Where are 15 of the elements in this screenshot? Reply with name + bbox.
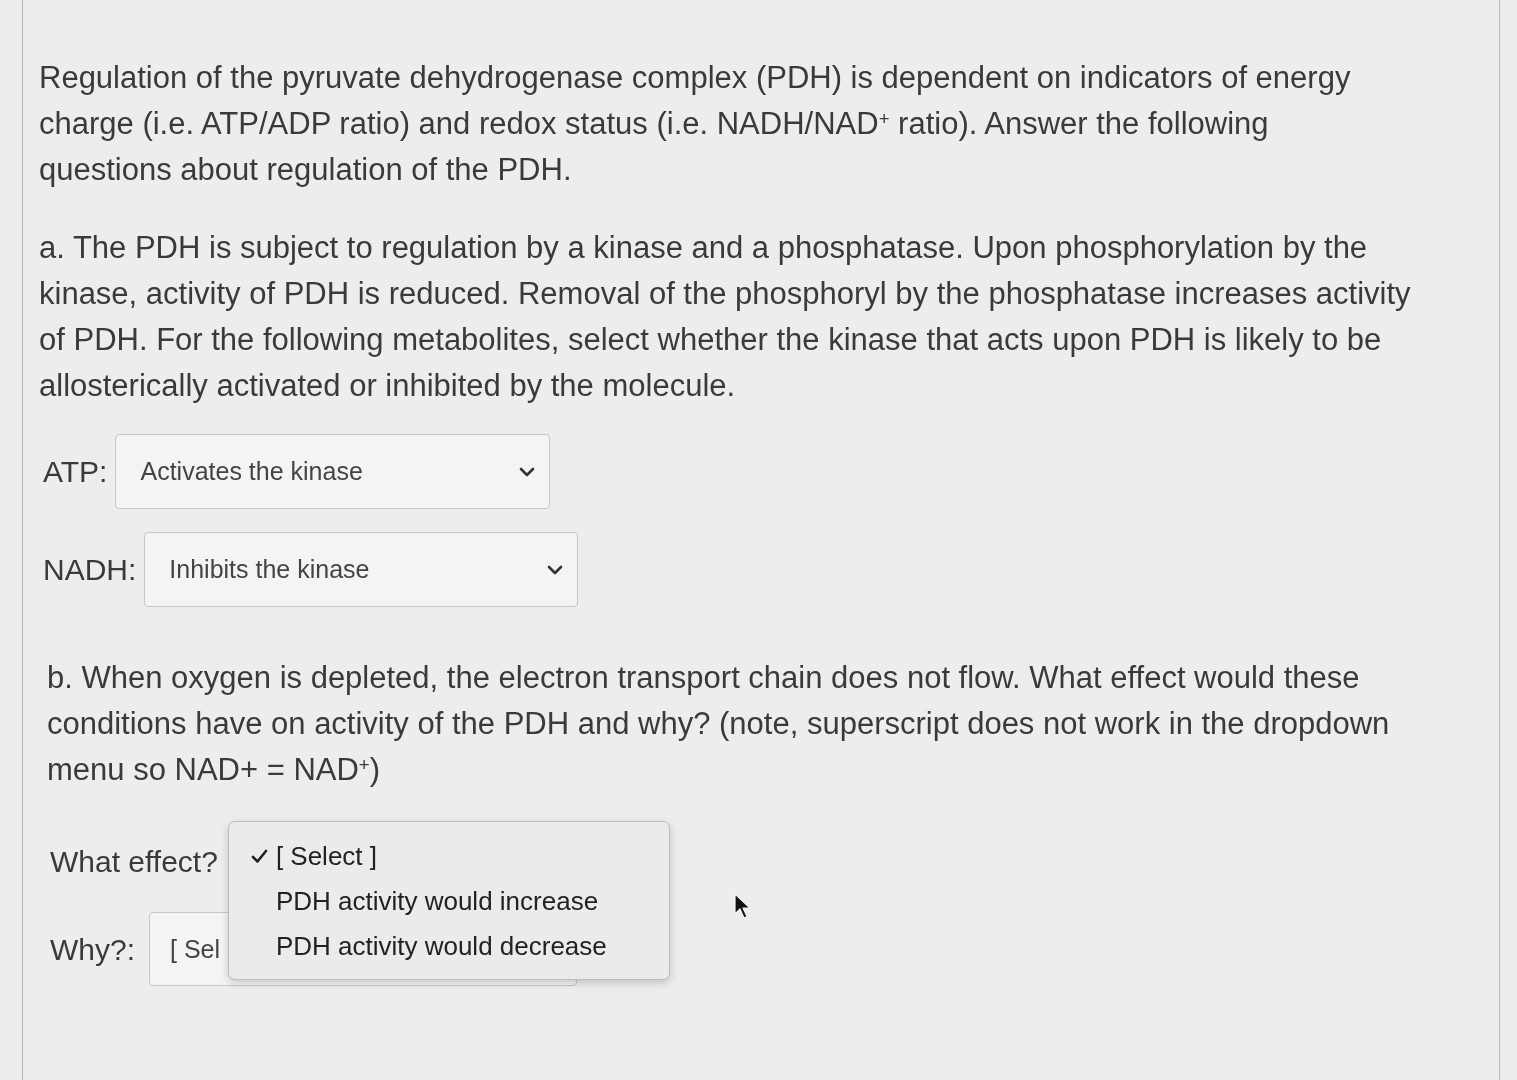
dropdown-select[interactable]: Inhibits the kinase (144, 532, 579, 607)
question-text: Regulation of the pyruvate dehydrogenase complex (PDH) is dependent on indicators of energy charge (i.e. ATP/ADP ratio) and redox status (i.e. NADH/NAD$^{+}$ ratio). Answer the following questions about regulation of the PDH. (39, 59, 1352, 189)
chevron-icon (547, 564, 564, 575)
dropdown-option[interactable]: [ Select ] (228, 834, 669, 879)
dropdown-option[interactable]: PDH activity would increase (228, 879, 669, 924)
chevron-icon (519, 466, 536, 477)
question-text: b. When oxygen is depleted, the electron transport chain does not flow. What effect would these conditions have on activity of the PDH and why? (note, superscript does not work in the dropdown menu so NAD+ = NAD$^{+}$) (46, 659, 1391, 789)
dropdown-select[interactable]: Activates the kinase (115, 434, 551, 509)
question-text: a. The PDH is subject to regulation by a kinase and a phosphatase. Upon phosphorylation by the kinase, activity of PDH is reduced. Removal of the phosphoryl by the phosphatase increases activity of PDH. For the following metabolites, select whether the kinase that acts upon PDH is likely to be allosterically activated or inhibited by the molecule. (39, 229, 1412, 405)
dropdown-option[interactable]: PDH activity would decrease (228, 924, 669, 969)
field-label: ATP: (43, 454, 108, 490)
cursor-icon (734, 893, 751, 919)
field-label: What effect? (50, 843, 218, 880)
field-label: Why?: (50, 931, 136, 968)
field-label: NADH: (43, 552, 137, 588)
